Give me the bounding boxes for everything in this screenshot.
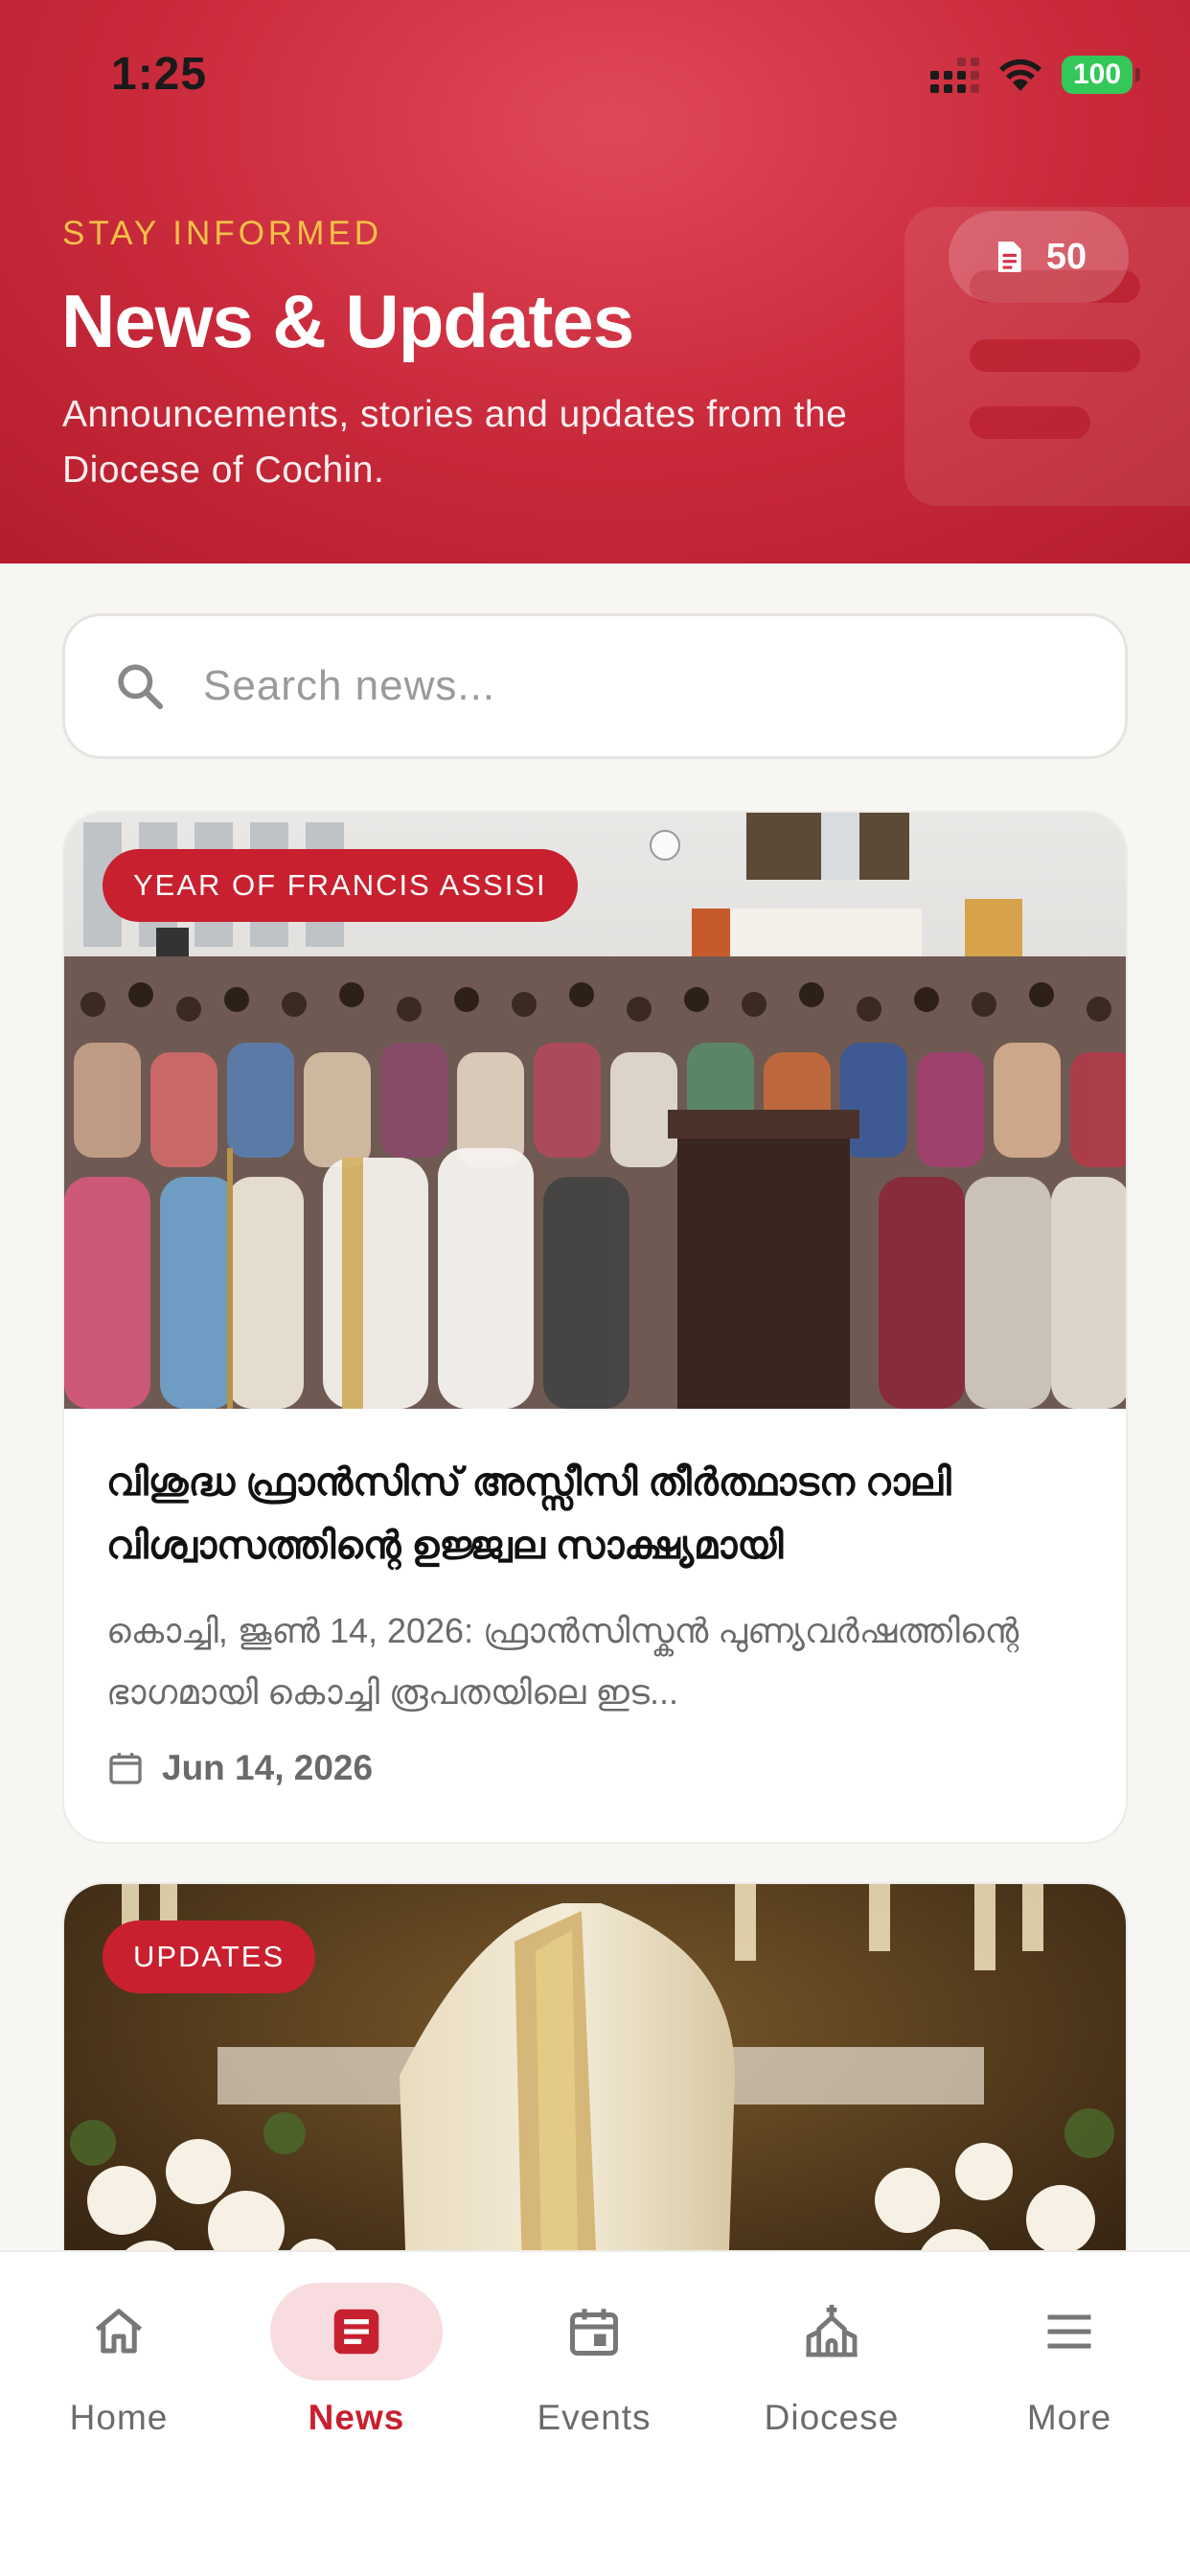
news-card[interactable]: YEAR OF FRANCIS ASSISI വിശുദ്ധ ഫ്രാൻസിസ്… — [62, 811, 1128, 1844]
tab-label: Diocese — [764, 2398, 900, 2437]
article-excerpt: കൊച്ചി, ജൂൺ 14, 2026: ഫ്രാൻസിസ്കൻ പുണ്യവ… — [106, 1611, 1019, 1712]
church-icon — [806, 2305, 858, 2358]
calendar-icon — [109, 1753, 142, 1784]
tab-news[interactable]: News — [251, 2283, 462, 2474]
tab-events[interactable]: Events — [489, 2283, 699, 2474]
decorative-bar — [970, 406, 1090, 439]
search-bar[interactable] — [62, 613, 1128, 759]
tab-label: News — [308, 2398, 405, 2437]
search-input[interactable] — [203, 662, 1065, 710]
news-count: 50 — [1045, 236, 1087, 277]
bottom-tab-bar: Home News Events Diocese More — [0, 2250, 1190, 2576]
article-image: YEAR OF FRANCIS ASSISI — [64, 813, 1126, 1409]
tab-label: Home — [69, 2398, 169, 2437]
news-icon — [333, 2309, 379, 2355]
decorative-bar — [970, 339, 1140, 372]
status-time: 1:25 — [111, 49, 208, 100]
article-date-text: Jun 14, 2026 — [162, 1748, 374, 1787]
calendar-icon — [570, 2309, 618, 2356]
menu-icon — [1047, 2314, 1091, 2349]
category-badge: YEAR OF FRANCIS ASSISI — [103, 849, 578, 922]
eyebrow-label: STAY INFORMED — [62, 215, 382, 252]
page-subtitle: Announcements, stories and updates from … — [62, 394, 848, 491]
status-bar: 1:25 100 — [0, 0, 1190, 153]
battery-icon: 100 — [1062, 56, 1140, 94]
document-icon — [997, 242, 1021, 272]
article-title: വിശുദ്ധ ഫ്രാൻസിസ് അസ്സീസി തീർത്ഥാടന റാലി… — [106, 1461, 951, 1567]
tab-label: More — [1026, 2398, 1112, 2437]
article-date: Jun 14, 2026 — [106, 1748, 373, 1788]
news-count-badge: 50 — [949, 211, 1129, 303]
category-badge: UPDATES — [103, 1920, 316, 1993]
search-icon — [118, 664, 164, 710]
tab-home[interactable]: Home — [13, 2283, 224, 2474]
cellular-signal-icon — [930, 57, 979, 93]
home-icon — [95, 2309, 143, 2354]
wifi-icon — [996, 57, 1044, 93]
tab-label: Events — [537, 2398, 652, 2437]
page-title: News & Updates — [61, 279, 634, 363]
page-header: 1:25 100 50 STAY INFORMED News & Updates… — [0, 0, 1190, 564]
tab-more[interactable]: More — [964, 2283, 1175, 2474]
tab-diocese[interactable]: Diocese — [726, 2283, 937, 2474]
